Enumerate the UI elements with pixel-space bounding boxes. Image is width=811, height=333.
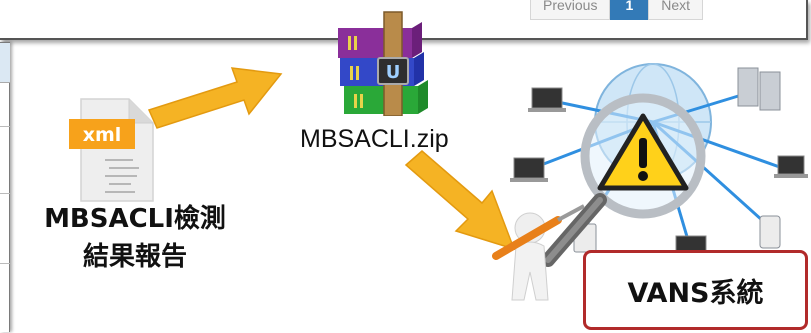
pagination-page-button[interactable]: 1: [610, 0, 649, 20]
xml-report-caption: MBSACLI檢測 結果報告: [4, 200, 266, 276]
svg-text:U: U: [386, 62, 401, 83]
vans-system-label: VANS系統: [627, 277, 764, 309]
arrow-right-up-icon: [147, 67, 283, 129]
vans-system-label-box: VANS系統: [583, 250, 808, 330]
pagination-previous-button[interactable]: Previous: [530, 0, 611, 20]
xml-badge-text: xml: [83, 124, 122, 146]
table-row: [0, 193, 10, 194]
table-header: [0, 43, 10, 83]
xml-file-icon: xml: [69, 98, 154, 202]
table-row: [0, 126, 10, 127]
pagination-next-button[interactable]: Next: [648, 0, 704, 20]
pagination: Previous 1 Next: [530, 0, 704, 20]
winrar-archive-icon: U: [338, 11, 428, 116]
xml-report-line2: 結果報告: [82, 242, 187, 272]
xml-report-line1: MBSACLI檢測: [44, 204, 226, 234]
background-table-screenshot: [0, 42, 10, 332]
